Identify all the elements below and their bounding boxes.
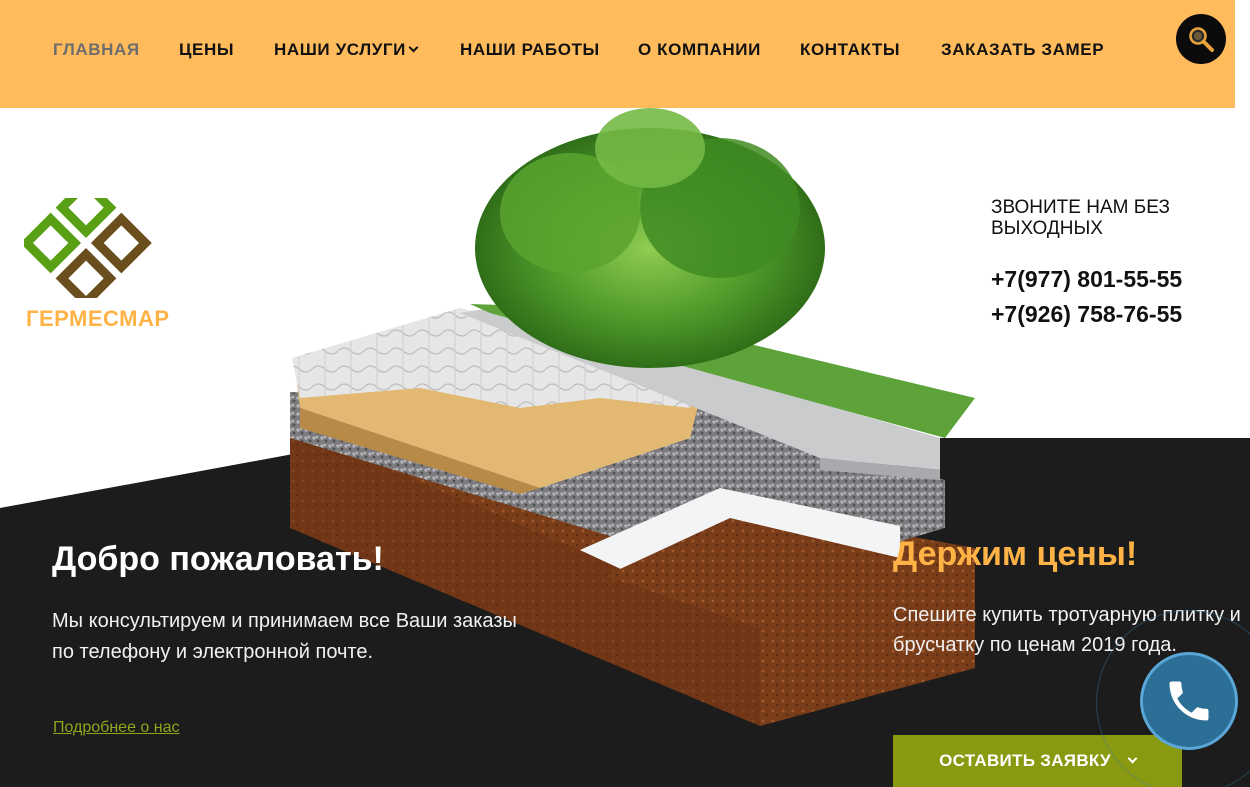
nav-item-prices[interactable]: ЦЕНЫ [179,40,234,60]
nav-item-contacts[interactable]: КОНТАКТЫ [800,40,900,60]
phone-icon [1169,681,1209,721]
welcome-heading: Добро пожаловать! [52,540,384,578]
order-request-label: ОСТАВИТЬ ЗАЯВКУ [939,751,1111,770]
phone-number-2[interactable]: +7(926) 758-76-55 [991,301,1182,328]
logo-text: ГЕРМЕСМАР [26,306,170,331]
company-logo[interactable] [24,198,154,298]
chevron-down-icon [408,42,419,53]
top-navigation-bar: ГЛАВНАЯ ЦЕНЫ НАШИ УСЛУГИ НАШИ РАБОТЫ О К… [0,0,1235,108]
nav-item-order-measure[interactable]: ЗАКАЗАТЬ ЗАМЕР [941,40,1104,60]
nav-item-works[interactable]: НАШИ РАБОТЫ [460,40,600,60]
nav-item-about[interactable]: О КОМПАНИИ [638,40,761,60]
nav-item-services[interactable]: НАШИ УСЛУГИ [274,40,419,60]
search-icon [1189,27,1214,52]
search-button[interactable] [1176,14,1226,64]
nav-item-home[interactable]: ГЛАВНАЯ [53,40,140,60]
nav-item-services-label: НАШИ УСЛУГИ [274,40,406,59]
phone-number-1[interactable]: +7(977) 801-55-55 [991,266,1182,293]
about-us-link[interactable]: Подробнее о нас [53,719,180,737]
call-button[interactable] [1140,652,1238,750]
promo-heading: Держим цены! [893,535,1138,573]
welcome-text: Мы консультируем и принимаем все Ваши за… [52,610,517,663]
call-us-heading: ЗВОНИТЕ НАМ БЕЗ ВЫХОДНЫХ [991,197,1170,239]
